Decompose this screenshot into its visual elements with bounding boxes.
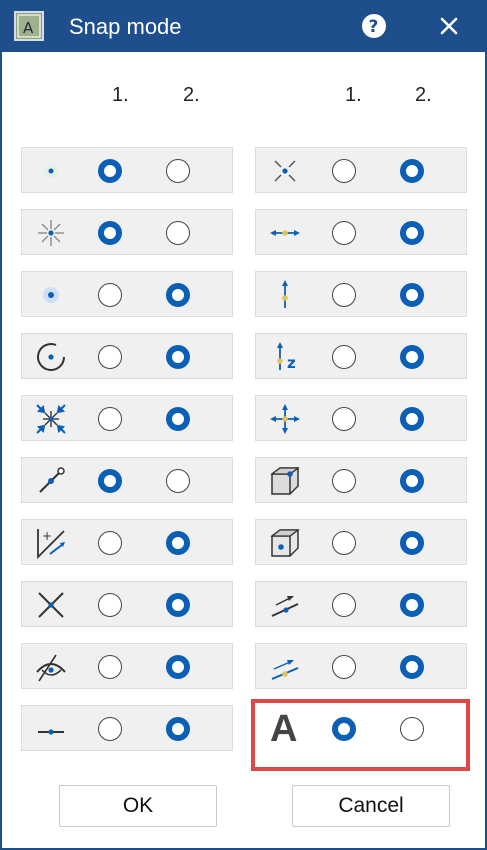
angle-plus-icon: +: [37, 529, 65, 560]
vertical-dimension-icon: [282, 280, 288, 308]
title-bar: A Snap mode ?: [2, 0, 487, 52]
right-row-9-radio-1[interactable]: [332, 655, 356, 679]
snap-mode-dialog: A Snap mode ? 1. 2. 1. 2. + z A OK Cance…: [0, 0, 487, 850]
right-row-6-radio-2[interactable]: [400, 469, 424, 493]
left-row-1: [21, 147, 233, 193]
right-row-4: z: [255, 333, 467, 379]
left-row-7-radio-1[interactable]: [98, 531, 122, 555]
left-row-6-radio-1[interactable]: [98, 469, 122, 493]
point-icon: [44, 164, 58, 178]
four-arrows-icon: [270, 404, 300, 434]
svg-text:?: ?: [369, 17, 379, 37]
left-row-7: +: [21, 519, 233, 565]
parallel-lines-icon: [271, 660, 299, 680]
horizontal-dimension-icon: [270, 230, 300, 236]
right-column-2-header: 2.: [415, 84, 432, 106]
left-row-1-radio-1[interactable]: [98, 159, 122, 183]
left-row-5-radio-2[interactable]: [166, 407, 190, 431]
right-row-6-radio-1[interactable]: [332, 469, 356, 493]
left-row-8: [21, 581, 233, 627]
left-row-4: [21, 333, 233, 379]
intersection-arrows-icon: [36, 404, 66, 434]
x-point-icon: [274, 160, 296, 182]
eye-visible-icon: [36, 654, 66, 682]
right-row-1-radio-2[interactable]: [400, 159, 424, 183]
right-row-3-radio-1[interactable]: [332, 283, 356, 307]
right-row-6: [255, 457, 467, 503]
line-point-icon: [38, 729, 64, 735]
left-row-4-radio-1[interactable]: [98, 345, 122, 369]
help-icon: ?: [362, 14, 386, 38]
svg-text:A: A: [23, 19, 34, 37]
left-row-4-radio-2[interactable]: [166, 345, 190, 369]
right-row-7: [255, 519, 467, 565]
left-row-6-radio-2[interactable]: [166, 469, 190, 493]
highlight-box: [251, 699, 470, 771]
window-title: Snap mode: [69, 14, 182, 39]
left-row-2-radio-1[interactable]: [98, 221, 122, 245]
left-row-5-radio-1[interactable]: [98, 407, 122, 431]
right-row-5-radio-1[interactable]: [332, 407, 356, 431]
right-row-7-radio-1[interactable]: [332, 531, 356, 555]
left-row-10-radio-1[interactable]: [98, 717, 122, 741]
left-row-2-radio-2[interactable]: [166, 221, 190, 245]
line-endpoint-icon: [39, 467, 65, 493]
left-row-8-radio-2[interactable]: [166, 593, 190, 617]
midpoint-star-icon: [38, 220, 64, 246]
left-row-8-radio-1[interactable]: [98, 593, 122, 617]
circle-center-icon: [37, 343, 65, 371]
left-row-10-radio-2[interactable]: [166, 717, 190, 741]
right-row-3: [255, 271, 467, 317]
right-row-5-radio-2[interactable]: [400, 407, 424, 431]
right-row-1-radio-1[interactable]: [332, 159, 356, 183]
right-row-8-radio-2[interactable]: [400, 593, 424, 617]
left-row-7-radio-2[interactable]: [166, 531, 190, 555]
parallel-arrow-icon: [271, 596, 299, 617]
cross-intersection-icon: [38, 592, 64, 618]
right-row-9: [255, 643, 467, 689]
svg-text:+: +: [42, 529, 52, 543]
right-row-8: [255, 581, 467, 627]
ok-button[interactable]: OK: [59, 785, 217, 827]
right-row-2-radio-1[interactable]: [332, 221, 356, 245]
right-row-4-radio-1[interactable]: [332, 345, 356, 369]
right-row-2-radio-2[interactable]: [400, 221, 424, 245]
cancel-button[interactable]: Cancel: [292, 785, 450, 827]
right-row-1: [255, 147, 467, 193]
cube-face-icon: [270, 529, 300, 557]
right-row-5: [255, 395, 467, 441]
z-dimension-icon: z: [277, 342, 296, 372]
app-icon: A: [14, 11, 44, 41]
svg-text:z: z: [287, 354, 296, 372]
left-row-6: [21, 457, 233, 503]
right-row-3-radio-2[interactable]: [400, 283, 424, 307]
right-row-2: [255, 209, 467, 255]
left-column-1-header: 1.: [112, 84, 129, 106]
right-row-7-radio-2[interactable]: [400, 531, 424, 555]
left-row-3-radio-2[interactable]: [166, 283, 190, 307]
close-icon: [440, 17, 458, 35]
left-column-2-header: 2.: [183, 84, 200, 106]
center-point-icon: [43, 287, 59, 303]
left-row-9-radio-1[interactable]: [98, 655, 122, 679]
left-row-3: [21, 271, 233, 317]
left-row-10: [21, 705, 233, 751]
right-row-9-radio-2[interactable]: [400, 655, 424, 679]
right-row-4-radio-2[interactable]: [400, 345, 424, 369]
right-row-8-radio-1[interactable]: [332, 593, 356, 617]
left-row-3-radio-1[interactable]: [98, 283, 122, 307]
left-row-9: [21, 643, 233, 689]
help-button[interactable]: ?: [361, 13, 387, 39]
left-row-5: [21, 395, 233, 441]
left-row-2: [21, 209, 233, 255]
left-row-1-radio-2[interactable]: [166, 159, 190, 183]
close-button[interactable]: [434, 11, 464, 41]
right-column-1-header: 1.: [345, 84, 362, 106]
cube-corner-icon: [270, 467, 300, 495]
left-row-9-radio-2[interactable]: [166, 655, 190, 679]
